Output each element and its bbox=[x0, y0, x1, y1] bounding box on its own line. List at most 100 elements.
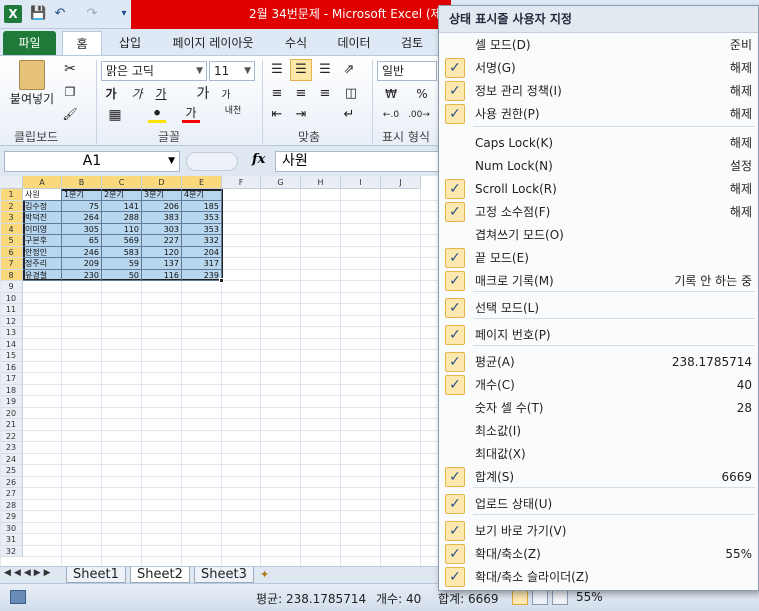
column-header-e[interactable]: E bbox=[182, 176, 222, 189]
cell-c1[interactable]: 2분기 bbox=[102, 189, 142, 201]
align-right-icon[interactable]: ≡ bbox=[316, 85, 334, 103]
cell-e8[interactable]: 239 bbox=[182, 269, 222, 281]
grow-font-button[interactable]: 가 bbox=[194, 85, 212, 103]
quick-access-customize-icon[interactable]: ▾ bbox=[116, 6, 132, 22]
row-header-28[interactable]: 28 bbox=[0, 499, 23, 511]
column-header-d[interactable]: D bbox=[142, 176, 182, 189]
formula-bar-splitter[interactable] bbox=[186, 152, 238, 171]
row-header-29[interactable]: 29 bbox=[0, 511, 23, 523]
column-header-g[interactable]: G bbox=[261, 176, 301, 189]
tab-review[interactable]: 검토 bbox=[396, 31, 428, 55]
cell-a8[interactable]: 유경철 bbox=[23, 269, 62, 281]
redo-icon[interactable]: ↷ bbox=[84, 6, 100, 22]
cell-b8[interactable]: 230 bbox=[62, 269, 102, 281]
row-header-20[interactable]: 20 bbox=[0, 407, 23, 419]
row-header-24[interactable]: 24 bbox=[0, 453, 23, 465]
align-bottom-icon[interactable]: ☰ bbox=[316, 61, 334, 79]
row-header-1[interactable]: 1 bbox=[0, 189, 23, 201]
row-header-4[interactable]: 4 bbox=[0, 223, 23, 235]
normal-view-icon[interactable] bbox=[512, 589, 528, 605]
cell-b4[interactable]: 305 bbox=[62, 223, 102, 235]
cell-c8[interactable]: 50 bbox=[102, 269, 142, 281]
row-header-5[interactable]: 5 bbox=[0, 235, 23, 247]
merge-center-icon[interactable]: ◫ bbox=[340, 85, 362, 103]
menu-item[interactable]: ✓ 사용 권한(P) 해제 bbox=[440, 103, 758, 126]
cell-a7[interactable]: 정주리 bbox=[23, 258, 62, 270]
row-header-26[interactable]: 26 bbox=[0, 476, 23, 488]
cell-d2[interactable]: 206 bbox=[142, 200, 182, 212]
cell-d7[interactable]: 137 bbox=[142, 258, 182, 270]
cell-c4[interactable]: 110 bbox=[102, 223, 142, 235]
sheet-tab-2[interactable]: Sheet2 bbox=[130, 567, 190, 583]
menu-item[interactable]: ✓ 고정 소수점(F) 해제 bbox=[440, 201, 758, 224]
menu-item[interactable]: ✓ 합계(S) 6669 bbox=[440, 466, 758, 489]
cell-a6[interactable]: 안정인 bbox=[23, 246, 62, 258]
menu-item[interactable]: 숫자 셀 수(T) 28 bbox=[440, 397, 758, 420]
decrease-indent-icon[interactable]: ⇤ bbox=[268, 106, 286, 124]
menu-item[interactable]: ✓ 확대/축소 슬라이더(Z) bbox=[440, 566, 758, 589]
cell-d3[interactable]: 383 bbox=[142, 212, 182, 224]
row-header-22[interactable]: 22 bbox=[0, 430, 23, 442]
tab-insert[interactable]: 삽입 bbox=[112, 31, 148, 55]
percent-button[interactable]: % bbox=[414, 85, 430, 103]
menu-item[interactable]: ✓ 평균(A) 238.1785714 bbox=[440, 351, 758, 374]
cell-c7[interactable]: 59 bbox=[102, 258, 142, 270]
fill-handle[interactable] bbox=[219, 278, 224, 283]
sheet-tab-1[interactable]: Sheet1 bbox=[66, 567, 126, 583]
menu-item[interactable]: Caps Lock(K) 해제 bbox=[440, 132, 758, 155]
cell-a1[interactable]: 사원 bbox=[23, 189, 62, 201]
row-header-27[interactable]: 27 bbox=[0, 488, 23, 500]
copy-icon[interactable]: ❐ bbox=[62, 83, 78, 101]
row-header-11[interactable]: 11 bbox=[0, 304, 23, 316]
paste-button[interactable]: 붙여넣기 bbox=[8, 60, 56, 116]
row-header-9[interactable]: 9 bbox=[0, 281, 23, 293]
cell-d6[interactable]: 120 bbox=[142, 246, 182, 258]
row-header-19[interactable]: 19 bbox=[0, 396, 23, 408]
row-header-18[interactable]: 18 bbox=[0, 384, 23, 396]
page-break-view-icon[interactable] bbox=[552, 589, 568, 605]
excel-app-icon[interactable]: X bbox=[4, 5, 22, 23]
cell-c5[interactable]: 569 bbox=[102, 235, 142, 247]
cell-d1[interactable]: 3분기 bbox=[142, 189, 182, 201]
menu-item[interactable]: 최대값(X) bbox=[440, 443, 758, 466]
menu-item[interactable]: ✓ 보기 바로 가기(V) bbox=[440, 520, 758, 543]
shrink-font-button[interactable]: 가 bbox=[218, 87, 234, 105]
row-header-21[interactable]: 21 bbox=[0, 419, 23, 431]
row-header-14[interactable]: 14 bbox=[0, 338, 23, 350]
row-header-23[interactable]: 23 bbox=[0, 442, 23, 454]
border-icon[interactable]: ▦ bbox=[106, 106, 124, 124]
cell-c2[interactable]: 141 bbox=[102, 200, 142, 212]
italic-button[interactable]: 가 bbox=[128, 85, 146, 103]
select-all-corner[interactable] bbox=[0, 176, 23, 189]
row-header-31[interactable]: 31 bbox=[0, 534, 23, 546]
cell-b5[interactable]: 65 bbox=[62, 235, 102, 247]
cell-e7[interactable]: 317 bbox=[182, 258, 222, 270]
row-header-32[interactable]: 32 bbox=[0, 545, 23, 557]
cell-b2[interactable]: 75 bbox=[62, 200, 102, 212]
menu-item[interactable]: 최소값(I) bbox=[440, 420, 758, 443]
cell-a4[interactable]: 이미영 bbox=[23, 223, 62, 235]
row-header-3[interactable]: 3 bbox=[0, 212, 23, 224]
cell-b7[interactable]: 209 bbox=[62, 258, 102, 270]
macro-record-icon[interactable] bbox=[10, 590, 26, 604]
bold-button[interactable]: 가 bbox=[102, 85, 120, 103]
tab-data[interactable]: 데이터 bbox=[333, 31, 375, 55]
menu-item[interactable]: 셀 모드(D) 준비 bbox=[440, 34, 758, 57]
currency-icon[interactable]: ₩ bbox=[380, 85, 402, 103]
menu-item[interactable]: ✓ 확대/축소(Z) 55% bbox=[440, 543, 758, 566]
insert-function-icon[interactable]: fx bbox=[252, 152, 265, 167]
menu-item[interactable]: ✓ Scroll Lock(R) 해제 bbox=[440, 178, 758, 201]
font-color-button[interactable]: 가 bbox=[182, 106, 200, 123]
sheet-nav-arrows-icon[interactable]: ◀◀◀▶▶ bbox=[4, 568, 54, 578]
text-orientation-icon[interactable]: ⇗ bbox=[340, 61, 358, 79]
name-box[interactable]: A1 ▼ bbox=[4, 151, 180, 172]
number-format-combo[interactable]: 일반 bbox=[377, 61, 437, 81]
menu-item[interactable]: ✓ 업로드 상태(U) bbox=[440, 493, 758, 516]
column-header-c[interactable]: C bbox=[102, 176, 142, 189]
menu-item[interactable]: ✓ 개수(C) 40 bbox=[440, 374, 758, 397]
menu-item[interactable]: ✓ 페이지 번호(P) bbox=[440, 324, 758, 347]
cell-e3[interactable]: 353 bbox=[182, 212, 222, 224]
row-header-13[interactable]: 13 bbox=[0, 327, 23, 339]
save-icon[interactable]: 💾 bbox=[30, 6, 46, 22]
row-header-16[interactable]: 16 bbox=[0, 361, 23, 373]
